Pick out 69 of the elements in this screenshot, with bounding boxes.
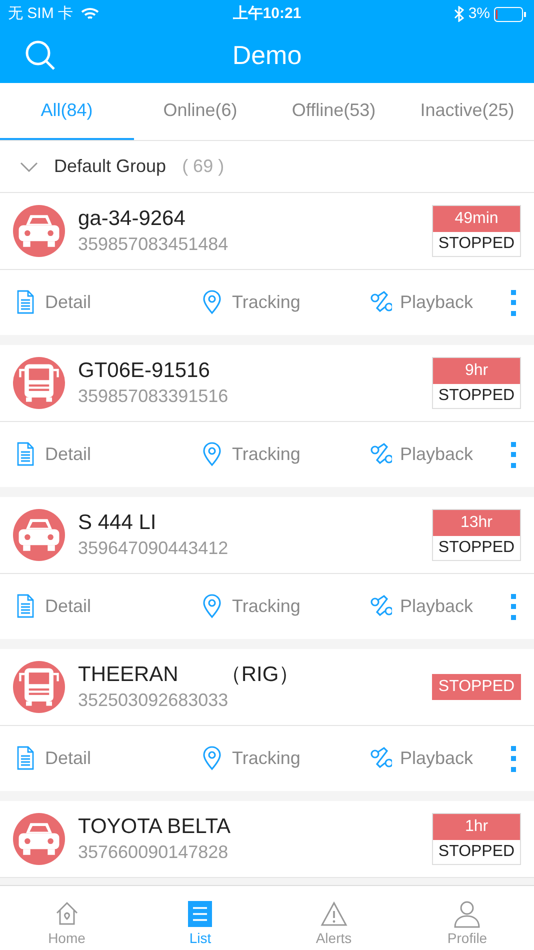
- duration-badge: 9hr: [433, 358, 520, 384]
- warning-icon: [320, 900, 348, 928]
- detail-button[interactable]: Detail: [15, 745, 92, 772]
- tracking-button[interactable]: Tracking: [202, 593, 300, 620]
- route-icon: [370, 594, 392, 619]
- playback-button[interactable]: Playback: [370, 289, 474, 316]
- location-pin-icon: [202, 746, 224, 771]
- more-icon[interactable]: [511, 442, 517, 468]
- group-count: ( 69 ): [182, 155, 224, 178]
- more-icon[interactable]: [511, 594, 517, 620]
- car-avatar-icon: [13, 205, 65, 257]
- car-avatar-icon: [13, 813, 65, 865]
- vehicle-name: TOYOTA BELTA: [78, 814, 232, 840]
- vehicle-name: S 444 LI: [78, 510, 158, 536]
- tracking-button[interactable]: Tracking: [202, 441, 300, 468]
- battery-percent: 3%: [468, 4, 490, 24]
- filter-tab[interactable]: Inactive(25): [400, 83, 534, 140]
- filter-tab[interactable]: Offline(53): [267, 83, 400, 140]
- nav-tab[interactable]: Profile: [400, 886, 534, 950]
- tracking-button[interactable]: Tracking: [202, 745, 300, 772]
- vehicle-name: THEERAN （RIG）: [78, 662, 301, 688]
- detail-button[interactable]: Detail: [15, 441, 92, 468]
- device-id: 359857083391516: [78, 385, 230, 408]
- location-pin-icon: [202, 594, 224, 619]
- bluetooth-icon: [454, 6, 464, 22]
- detail-button[interactable]: Detail: [15, 593, 92, 620]
- status-badge: STOPPED: [432, 674, 521, 700]
- device-id: 352503092683033: [78, 689, 230, 712]
- detail-button[interactable]: Detail: [15, 289, 92, 316]
- more-icon[interactable]: [511, 290, 517, 316]
- vehicle-name: GT06E-91516: [78, 358, 211, 384]
- duration-badge: 49min: [433, 206, 520, 232]
- route-icon: [370, 290, 392, 315]
- nav-tab[interactable]: Alerts: [267, 886, 400, 950]
- device-id: 357660090147828: [78, 841, 230, 864]
- vehicle-name: ga-34-9264: [78, 206, 186, 232]
- wifi-icon: [81, 7, 100, 21]
- route-icon: [370, 442, 392, 467]
- list-icon: [186, 900, 214, 928]
- status-text: STOPPED: [437, 386, 516, 406]
- filter-tab[interactable]: Online(6): [134, 83, 267, 140]
- car-avatar-icon: [13, 509, 65, 561]
- duration-badge: 1hr: [433, 814, 520, 840]
- location-pin-icon: [202, 442, 224, 467]
- screen-title: Demo: [232, 39, 302, 72]
- bus-avatar-icon: [13, 661, 65, 713]
- playback-button[interactable]: Playback: [370, 593, 474, 620]
- location-pin-icon: [202, 290, 224, 315]
- status-text: STOPPED: [437, 842, 516, 862]
- nav-tab[interactable]: List: [134, 886, 267, 950]
- playback-button[interactable]: Playback: [370, 441, 474, 468]
- playback-button[interactable]: Playback: [370, 745, 474, 772]
- battery-icon: [494, 6, 526, 22]
- device-id: 359857083451484: [78, 233, 230, 256]
- user-icon: [453, 900, 482, 928]
- bus-avatar-icon: [13, 357, 65, 409]
- route-icon: [370, 746, 392, 771]
- tracking-button[interactable]: Tracking: [202, 289, 300, 316]
- status-text: STOPPED: [437, 538, 516, 558]
- duration-badge: 13hr: [433, 510, 520, 536]
- carrier-text: 无 SIM 卡: [8, 4, 74, 24]
- group-name: Default Group: [54, 155, 166, 178]
- device-id: 359647090443412: [78, 537, 230, 560]
- more-icon[interactable]: [511, 746, 517, 772]
- clock-text: 上午10:21: [232, 4, 302, 24]
- nav-tab[interactable]: Home: [0, 886, 134, 950]
- status-text: STOPPED: [437, 234, 516, 254]
- search-icon[interactable]: [25, 40, 57, 72]
- group-header[interactable]: Default Group ( 69 ): [0, 141, 534, 193]
